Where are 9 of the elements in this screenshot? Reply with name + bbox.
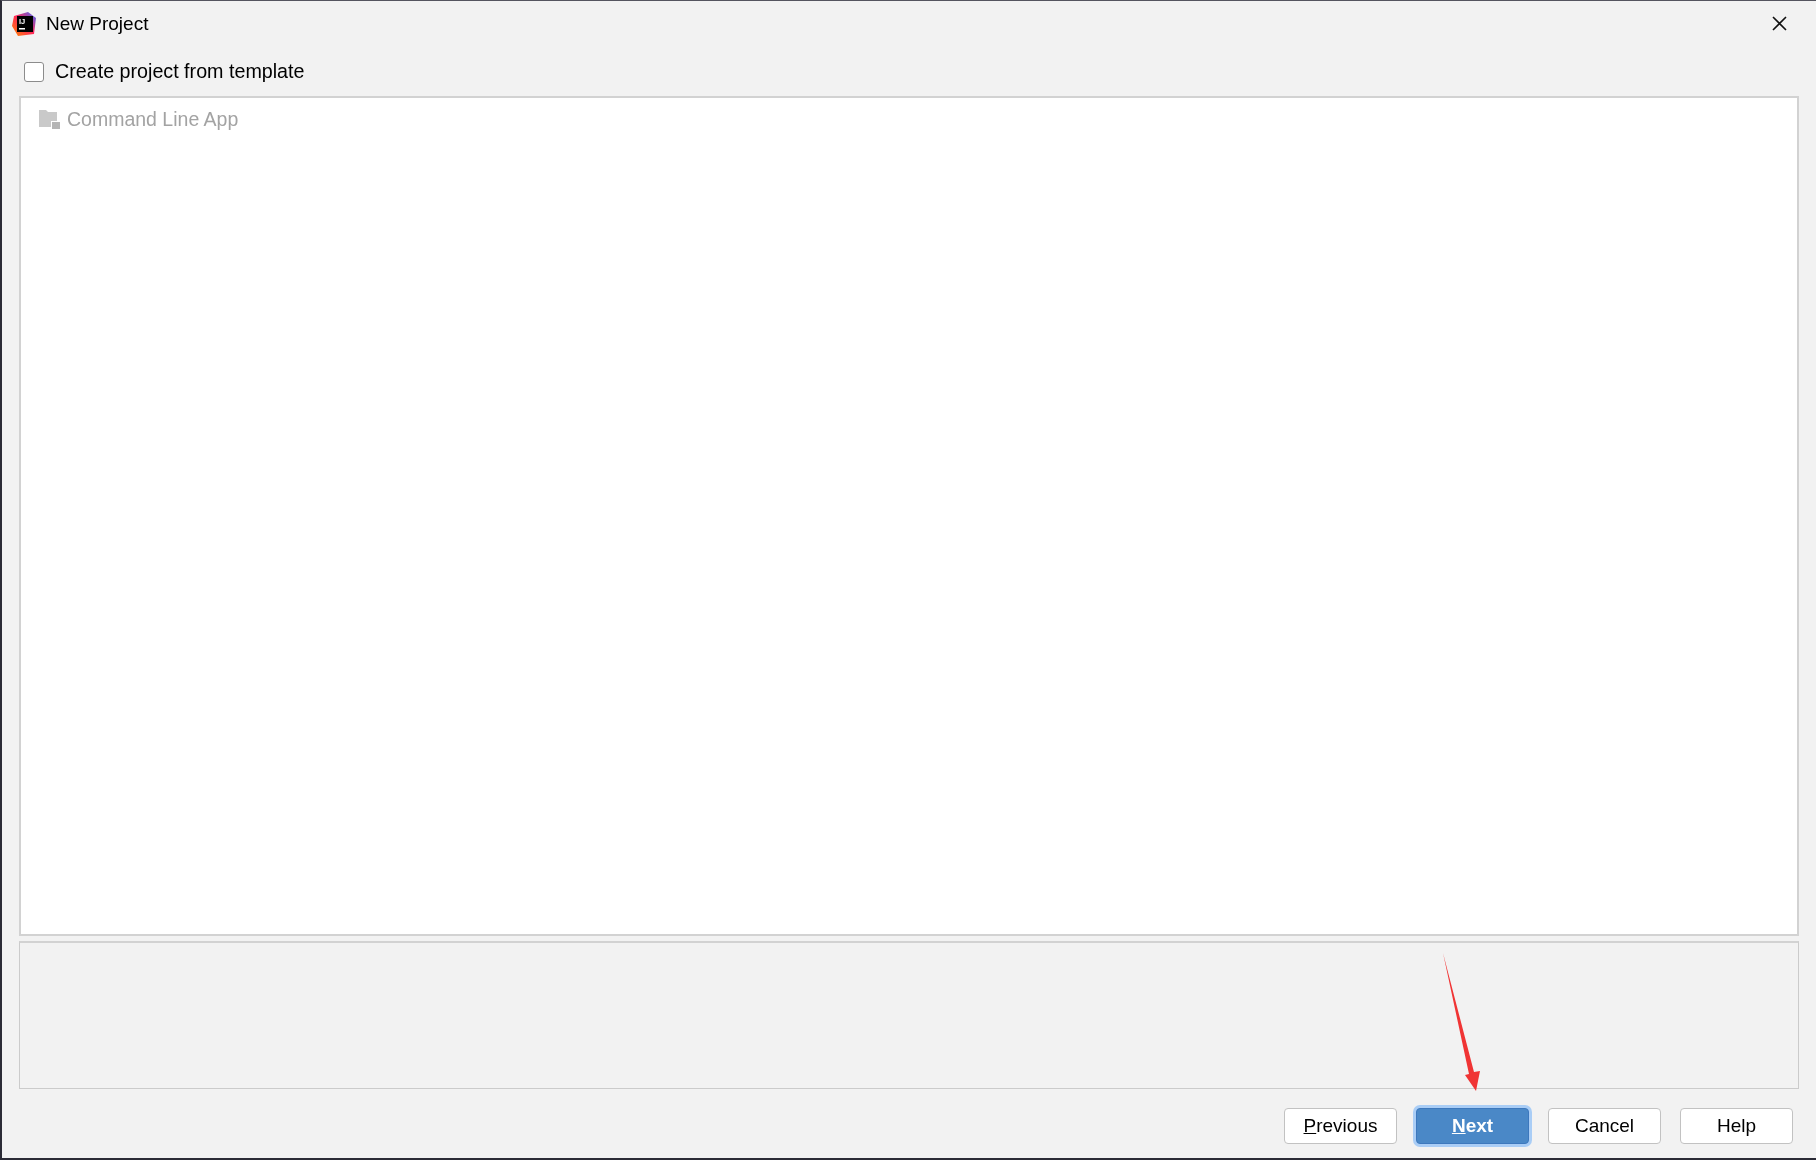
folder-icon <box>39 109 60 129</box>
help-button[interactable]: Help <box>1680 1108 1793 1144</box>
close-icon[interactable] <box>1772 16 1787 31</box>
template-checkbox[interactable] <box>24 61 44 82</box>
cancel-button[interactable]: Cancel <box>1548 1108 1661 1144</box>
next-button[interactable]: Next <box>1416 1108 1529 1144</box>
window-title: New Project <box>46 12 150 35</box>
previous-button[interactable]: Previous <box>1284 1108 1397 1144</box>
checkbox-label[interactable]: Create project from template <box>55 60 305 83</box>
